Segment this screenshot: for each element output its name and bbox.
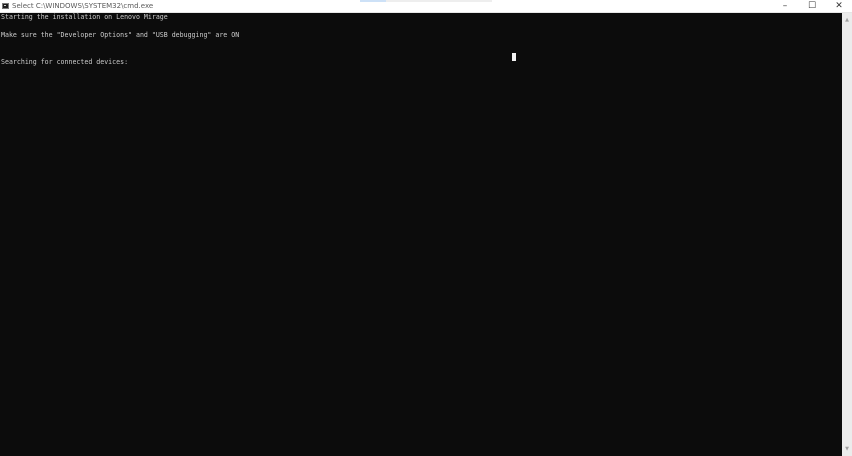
scroll-up-arrow-icon[interactable]: ▲ [842,15,852,25]
close-button[interactable]: ✕ [826,0,852,13]
scroll-thumb[interactable] [844,25,850,443]
title-divider [386,0,492,2]
console-output[interactable]: Starting the installation on Lenovo Mira… [0,13,842,456]
cmd-icon[interactable] [2,3,9,9]
text-cursor [512,53,516,61]
maximize-button[interactable]: ☐ [799,0,825,13]
console-line: Searching for connected devices: [1,58,129,66]
title-bar[interactable]: Select C:\WINDOWS\SYSTEM32\cmd.exe – ☐ ✕ [0,0,852,13]
console-window: Select C:\WINDOWS\SYSTEM32\cmd.exe – ☐ ✕… [0,0,852,456]
console-line: Starting the installation on Lenovo Mira… [1,13,168,21]
console-line: Make sure the "Developer Options" and "U… [1,31,240,39]
minimize-button[interactable]: – [772,0,798,13]
title-selection-highlight [360,0,386,2]
scroll-down-arrow-icon[interactable]: ▼ [842,444,852,454]
window-title: Select C:\WINDOWS\SYSTEM32\cmd.exe [12,2,154,10]
vertical-scrollbar[interactable]: ▲ ▼ [842,13,852,456]
